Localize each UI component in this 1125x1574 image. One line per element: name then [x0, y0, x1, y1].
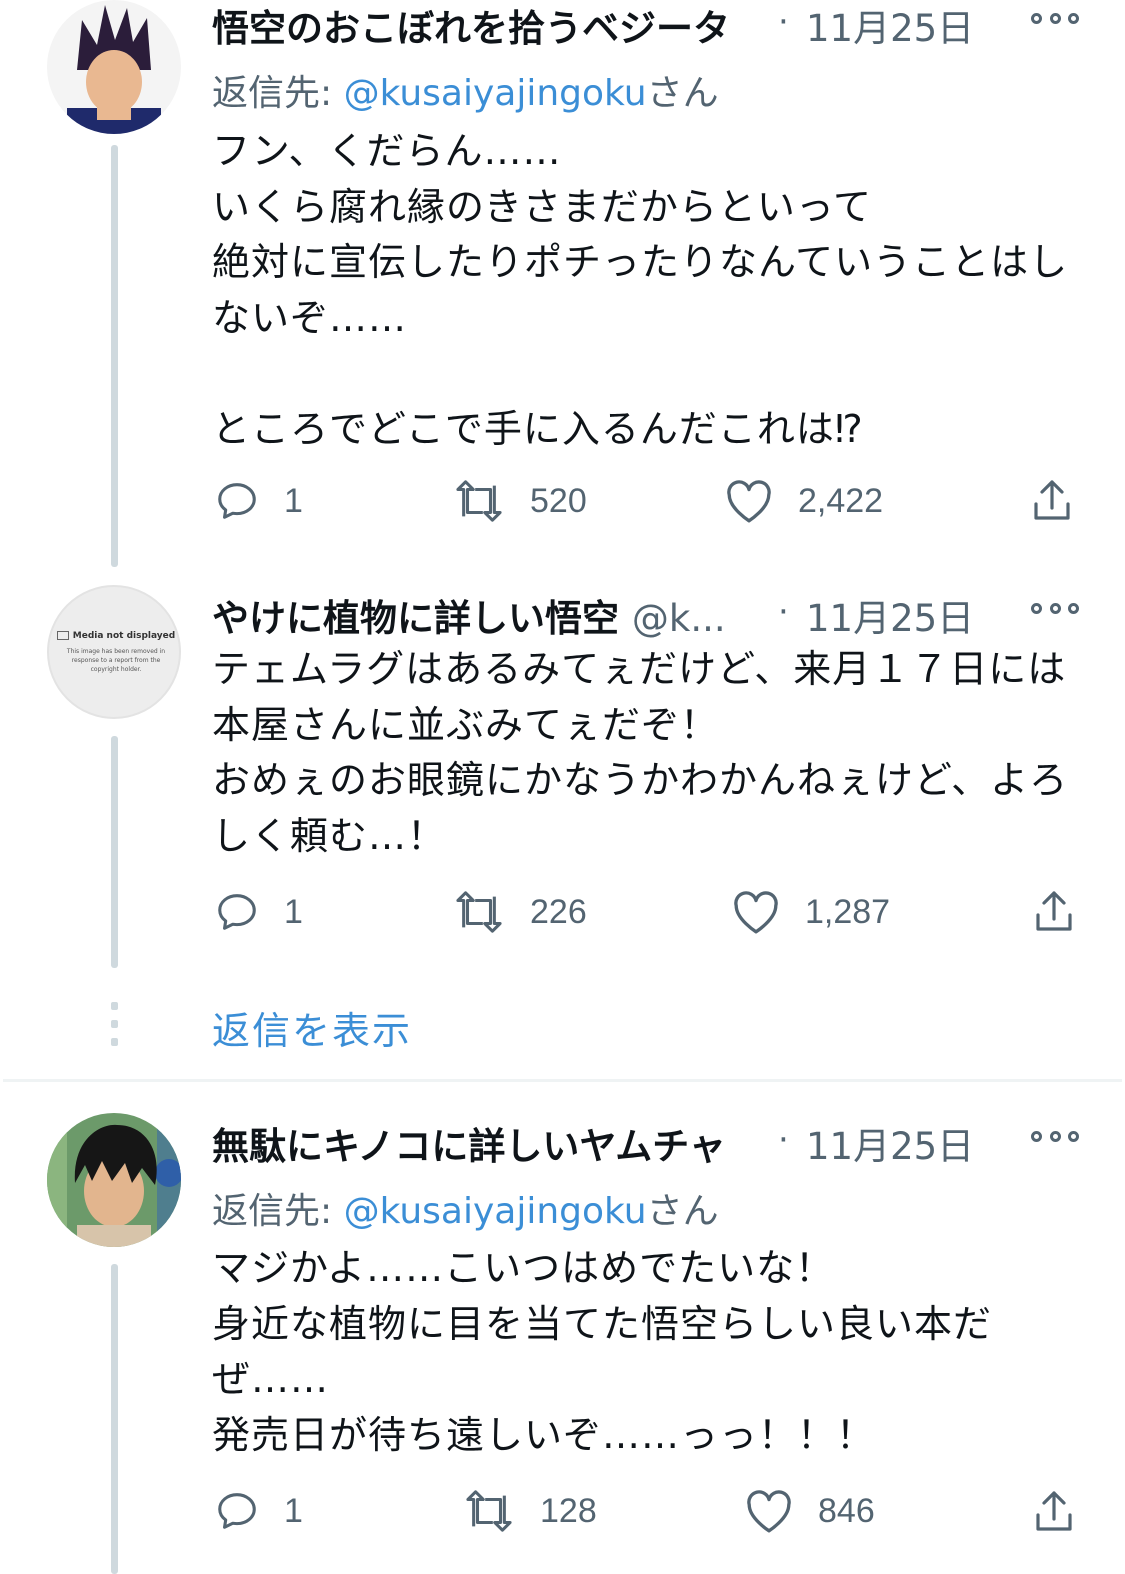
display-name-row[interactable]: やけに植物に詳しい悟空 @k... — [212, 588, 726, 642]
share-button[interactable] — [1030, 1487, 1078, 1537]
thread-dot — [111, 1020, 118, 1028]
avatar-yamcha[interactable] — [47, 1113, 181, 1247]
thread-dot — [111, 1038, 118, 1046]
like-icon — [734, 891, 778, 934]
reply-button[interactable]: 1 — [214, 1488, 303, 1534]
tweet-date[interactable]: 11月25日 — [806, 0, 974, 52]
vegeta-avatar-image — [47, 0, 181, 134]
retweet-icon — [456, 480, 502, 522]
separator-dot: · — [778, 2, 789, 42]
reply-to-suffix: さん — [646, 1191, 719, 1232]
thread-dot — [111, 1002, 118, 1010]
media-removed-note: This image has been removed in response … — [66, 648, 166, 673]
share-icon — [1036, 1491, 1072, 1531]
reply-icon — [218, 483, 256, 519]
like-icon — [727, 480, 771, 523]
share-button[interactable] — [1028, 476, 1076, 526]
like-count: 1,287 — [805, 892, 891, 931]
display-name[interactable]: 無駄にキノコに詳しいヤムチャ — [212, 1116, 726, 1170]
retweet-button[interactable]: 520 — [452, 478, 587, 524]
reply-icon — [218, 894, 256, 930]
thread-line — [111, 1264, 118, 1574]
tweet-text: マジかよ……こいつはめでたいな！ 身近な植物に目を当てた悟空らしい良い本だ ぜ…… — [212, 1246, 993, 1457]
reply-count: 1 — [284, 892, 303, 931]
like-icon — [747, 1490, 791, 1533]
reply-to-handle-link[interactable]: @kusaiyajingoku — [344, 1191, 647, 1232]
media-title-text: Media not displayed — [72, 631, 176, 641]
avatar-goku-media-removed[interactable]: Media not displayed This image has been … — [47, 585, 181, 719]
tweet-date[interactable]: 11月25日 — [806, 588, 974, 642]
more-icon[interactable] — [1031, 8, 1079, 28]
separator-dot: · — [778, 592, 789, 632]
reply-to-label: 返信先: — [212, 1191, 344, 1232]
more-icon[interactable] — [1031, 598, 1079, 618]
retweet-icon — [456, 891, 502, 933]
share-icon — [1034, 480, 1070, 520]
tweet-date[interactable]: 11月25日 — [806, 1116, 974, 1170]
retweet-icon — [466, 1490, 512, 1532]
tweet-text: テェムラグはあるみてぇだけど、来月１７日には 本屋さんに並ぶみてぇだぞ！ おめぇ… — [212, 647, 1069, 858]
separator-dot: · — [778, 1120, 789, 1160]
display-name[interactable]: 悟空のおこぼれを拾うベジータ — [212, 0, 730, 52]
reply-count: 1 — [284, 1491, 303, 1530]
tweet-divider — [3, 1079, 1122, 1082]
thread-line — [111, 145, 118, 567]
user-handle[interactable]: @k... — [632, 597, 726, 640]
media-not-displayed-title: Media not displayed — [49, 631, 179, 641]
like-button[interactable]: 2,422 — [724, 478, 883, 524]
retweet-button[interactable]: 128 — [462, 1488, 597, 1534]
thread-line — [111, 736, 118, 968]
reply-to-line: 返信先: @kusaiyajingokuさん — [212, 1182, 719, 1234]
share-button[interactable] — [1030, 887, 1078, 937]
reply-to-line: 返信先: @kusaiyajingokuさん — [212, 64, 719, 116]
display-name[interactable]: やけに植物に詳しい悟空 — [212, 597, 619, 640]
like-count: 2,422 — [798, 481, 884, 520]
reply-icon — [218, 1493, 256, 1529]
like-count: 846 — [818, 1491, 875, 1530]
reply-to-handle-link[interactable]: @kusaiyajingoku — [344, 73, 647, 114]
reply-button[interactable]: 1 — [214, 889, 303, 935]
retweet-count: 128 — [540, 1491, 597, 1530]
more-icon[interactable] — [1031, 1126, 1079, 1146]
media-icon — [56, 631, 69, 640]
like-button[interactable]: 1,287 — [731, 889, 890, 935]
reply-count: 1 — [284, 481, 303, 520]
show-replies-link[interactable]: 返信を表示 — [212, 1000, 412, 1055]
reply-to-label: 返信先: — [212, 73, 344, 114]
like-button[interactable]: 846 — [744, 1488, 875, 1534]
avatar-vegeta[interactable] — [47, 0, 181, 134]
yamcha-avatar-image — [47, 1113, 181, 1247]
reply-to-suffix: さん — [646, 73, 719, 114]
share-icon — [1036, 891, 1072, 931]
reply-button[interactable]: 1 — [214, 478, 303, 524]
retweet-button[interactable]: 226 — [452, 889, 587, 935]
retweet-count: 226 — [530, 892, 587, 931]
tweet-text: フン、くだらん…… いくら腐れ縁のきさまだからといって 絶対に宣伝したりポチった… — [212, 129, 1069, 451]
retweet-count: 520 — [530, 481, 587, 520]
